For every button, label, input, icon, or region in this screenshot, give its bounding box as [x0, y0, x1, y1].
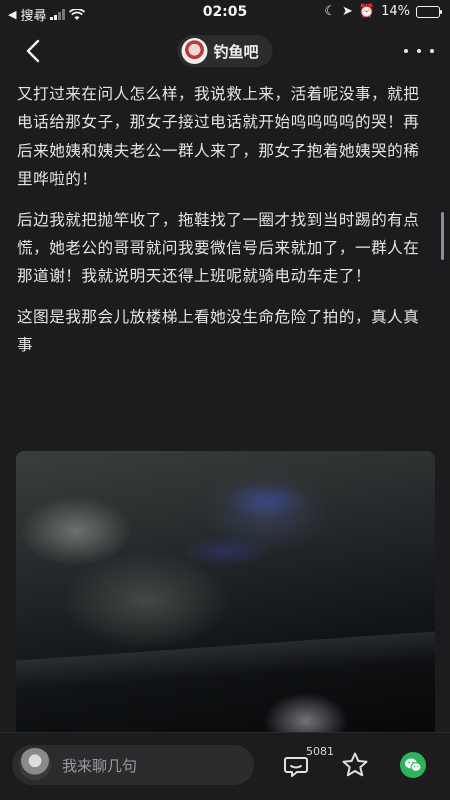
- post-paragraph: 后边我就把抛竿收了，拖鞋找了一圈才找到当时踢的有点慌，她老公的哥哥就问我要微信号…: [17, 210, 420, 286]
- avatar[interactable]: [19, 748, 51, 780]
- status-bar-right: ☾ ➤ ⏰ 14%: [324, 4, 442, 19]
- more-dots-icon: [404, 49, 408, 53]
- chevron-left-icon: [26, 39, 40, 63]
- forum-avatar: [181, 38, 208, 64]
- location-icon: ➤: [342, 4, 353, 19]
- wechat-share-button[interactable]: [400, 752, 426, 778]
- more-dot: [430, 49, 434, 53]
- post-paragraph: 这图是我那会儿放楼梯上看她没生命危险了拍的，真人真事: [17, 307, 420, 355]
- bottom-bar: 我来聊几句 5081: [0, 732, 450, 800]
- post-photo[interactable]: [16, 451, 435, 751]
- photo-stair-edge: [16, 631, 435, 691]
- wechat-icon: [405, 758, 422, 772]
- forum-pill[interactable]: 钓鱼吧: [177, 35, 273, 67]
- more-button[interactable]: [404, 40, 434, 62]
- star-icon[interactable]: [341, 751, 369, 779]
- alarm-icon: ⏰: [358, 4, 376, 19]
- post-paragraph: 又打过来在问人怎么样，我说救上来，活着呢没事，就把电话给那女子，那女子接过电话就…: [17, 85, 420, 189]
- more-dot: [417, 49, 421, 53]
- moon-icon: ☾: [324, 4, 336, 19]
- reply-placeholder[interactable]: 我来聊几句: [62, 755, 137, 776]
- post-content: 又打过来在问人怎么样，我说救上来，活着呢没事，就把电话给那女子，那女子接过电话就…: [17, 80, 435, 372]
- back-button[interactable]: [18, 36, 48, 66]
- battery-icon: [416, 5, 442, 18]
- photo-figure: [186, 461, 336, 571]
- forum-name: 钓鱼吧: [213, 42, 259, 61]
- status-bar: ◀ 搜尋 02:05 ☾ ➤ ⏰ 14%: [0, 0, 450, 26]
- scroll-indicator[interactable]: [441, 212, 444, 260]
- nav-bar: 钓鱼吧: [0, 26, 450, 76]
- comment-count: 5081: [306, 745, 334, 758]
- battery-percent: 14%: [381, 4, 410, 19]
